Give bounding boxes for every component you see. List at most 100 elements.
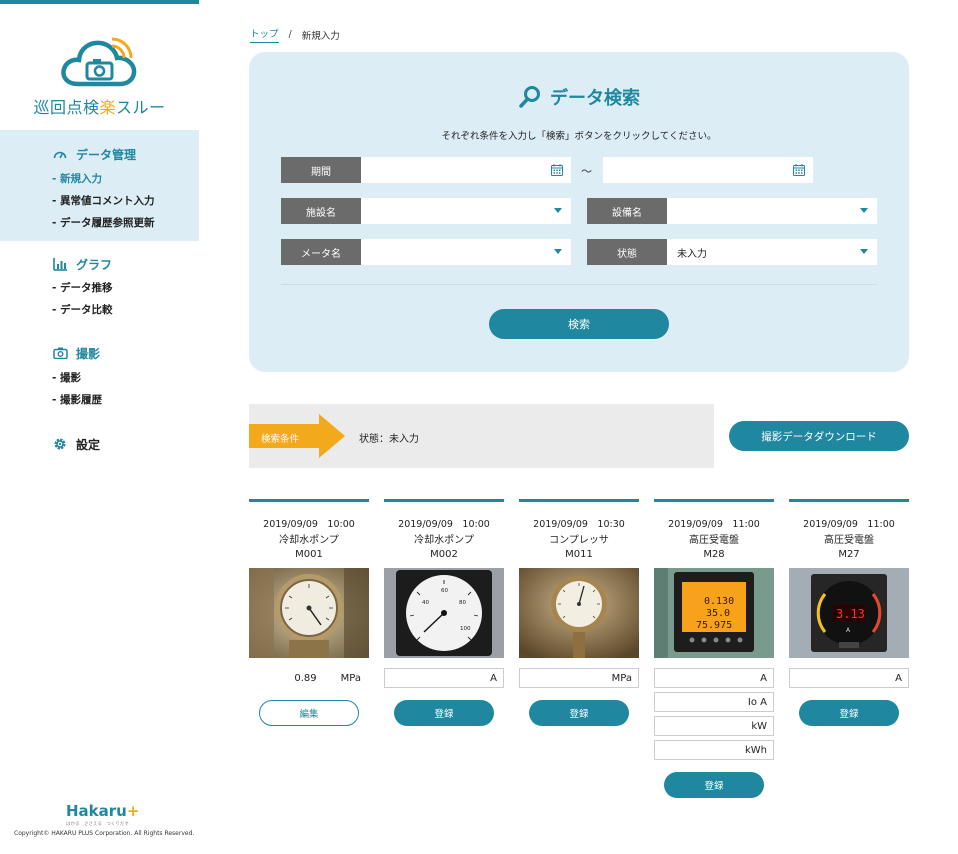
card-title: 高圧受電盤 M27: [789, 534, 909, 562]
nav-section-data-management: データ管理 - 新規入力 - 異常値コメント入力 - データ履歴参照更新: [0, 130, 199, 241]
status-field: 状態 未入力: [587, 239, 877, 265]
card-value: 0.89: [294, 672, 317, 684]
card-value-row: 0.89 MPa: [249, 668, 369, 688]
app-title-suffix: スルー: [116, 98, 166, 117]
search-button[interactable]: 検索: [489, 309, 669, 339]
meter-card: 2019/09/09 10:00 冷却水ポンプ M001 0.89 MPa 編集: [249, 499, 369, 726]
nav-section-settings: 設定: [0, 434, 199, 454]
sidebar-item-data-compare[interactable]: - データ比較: [0, 299, 199, 321]
card-date: 2019/09/09 11:00: [803, 519, 895, 530]
card-equipment-name: 高圧受電盤: [689, 535, 739, 546]
power-input[interactable]: kW: [654, 716, 774, 736]
meter-photo[interactable]: 40 60 80 100: [384, 568, 504, 658]
period-label: 期間: [281, 157, 361, 183]
edit-button[interactable]: 編集: [259, 700, 359, 726]
digital-ammeter-photo: 3.13 A: [789, 568, 909, 658]
nav-head-settings[interactable]: 設定: [0, 434, 199, 454]
meter-photo[interactable]: 3.13 A: [789, 568, 909, 658]
svg-text:60: 60: [441, 588, 448, 594]
register-button[interactable]: 登録: [394, 700, 494, 726]
svg-text:80: 80: [459, 600, 466, 606]
nav-section-graph: グラフ - データ推移 - データ比較: [0, 254, 199, 321]
search-description: それぞれ条件を入力し「検索」ボタンをクリックしてください。: [441, 131, 717, 142]
meter-photo[interactable]: 0.130 35.0 75.975: [654, 568, 774, 658]
search-icon: [519, 86, 540, 108]
meter-card: 2019/09/09 10:00 冷却水ポンプ M002 40 60 80 100…: [384, 499, 504, 726]
footer-brand-plus: +: [126, 802, 140, 820]
nav-head-graph[interactable]: グラフ: [0, 254, 199, 274]
calendar-icon[interactable]: [793, 164, 805, 176]
card-top-line: [519, 499, 639, 502]
nav-head-label: グラフ: [76, 257, 113, 272]
search-title: データ検索: [249, 84, 909, 110]
card-title: 高圧受電盤 M28: [654, 534, 774, 562]
ammeter-photo: 40 60 80 100: [384, 568, 504, 658]
pressure-gauge-photo: [249, 568, 369, 658]
meter-field: メータ名: [281, 239, 571, 265]
register-button[interactable]: 登録: [529, 700, 629, 726]
sidebar-item-new-entry[interactable]: - 新規入力: [0, 168, 199, 190]
sidebar-item-history-update[interactable]: - データ履歴参照更新: [0, 212, 199, 234]
app-logo[interactable]: 巡回点検楽スルー: [0, 36, 199, 118]
leakage-current-input[interactable]: Io A: [654, 692, 774, 712]
register-button[interactable]: 登録: [664, 772, 764, 798]
facility-select[interactable]: [361, 198, 571, 224]
sidebar-item-photo[interactable]: - 撮影: [0, 367, 199, 389]
period-field: 期間: [281, 157, 571, 183]
breadcrumb-home-link[interactable]: トップ: [250, 26, 279, 43]
equipment-select[interactable]: [667, 198, 877, 224]
meter-photo[interactable]: [249, 568, 369, 658]
pressure-input[interactable]: MPa: [519, 668, 639, 688]
equipment-label: 設備名: [587, 198, 667, 224]
search-title-text: データ検索: [550, 88, 640, 109]
meter-display-line2: 35.0: [706, 608, 730, 619]
footer-brand-logo: Hakaru+: [66, 802, 139, 820]
download-photo-data-button[interactable]: 撮影データダウンロード: [729, 421, 909, 451]
sidebar-accent-bar: [0, 0, 199, 4]
card-equipment-name: 冷却水ポンプ: [279, 535, 339, 546]
current-input[interactable]: A: [384, 668, 504, 688]
energy-input[interactable]: kWh: [654, 740, 774, 760]
card-date: 2019/09/09 11:00: [668, 519, 760, 530]
chevron-down-icon: [554, 208, 562, 213]
card-equipment-name: 冷却水ポンプ: [414, 535, 474, 546]
register-button[interactable]: 登録: [799, 700, 899, 726]
card-meter-code: M001: [295, 549, 323, 560]
nav-head-photo[interactable]: 撮影: [0, 343, 199, 363]
calendar-icon[interactable]: [551, 164, 563, 176]
card-top-line: [654, 499, 774, 502]
footer-brand-text: Hakaru: [66, 802, 127, 820]
gear-icon: [52, 436, 68, 452]
nav-head-label: 撮影: [76, 346, 101, 361]
breadcrumb-separator: /: [288, 29, 292, 40]
card-title: コンプレッサ M011: [519, 534, 639, 562]
nav-head-label: 設定: [76, 437, 101, 452]
card-unit: kW: [751, 720, 767, 732]
status-select[interactable]: 未入力: [667, 239, 877, 265]
current-input[interactable]: A: [654, 668, 774, 688]
nav-head-data-management[interactable]: データ管理: [0, 144, 199, 164]
search-panel: データ検索 それぞれ条件を入力し「検索」ボタンをクリックしてください。 期間 ～…: [249, 52, 909, 372]
meter-card: 2019/09/09 11:00 高圧受電盤 M27 3.13 A A 登録: [789, 499, 909, 726]
sidebar-item-data-trend[interactable]: - データ推移: [0, 277, 199, 299]
sidebar-item-anomaly-comment[interactable]: - 異常値コメント入力: [0, 190, 199, 212]
card-meter-code: M011: [565, 549, 593, 560]
period-to-input[interactable]: [603, 157, 813, 183]
card-meter-code: M002: [430, 549, 458, 560]
bar-chart-icon: [52, 256, 68, 272]
facility-label: 施設名: [281, 198, 361, 224]
card-unit: MPa: [340, 672, 361, 684]
current-input[interactable]: A: [789, 668, 909, 688]
breadcrumb: トップ / 新規入力: [250, 26, 340, 43]
chevron-down-icon: [554, 249, 562, 254]
card-equipment-name: コンプレッサ: [549, 535, 609, 546]
pressure-gauge-photo: [519, 568, 639, 658]
sidebar-item-photo-history[interactable]: - 撮影履歴: [0, 389, 199, 411]
card-equipment-name: 高圧受電盤: [824, 535, 874, 546]
period-from-input[interactable]: [361, 157, 571, 183]
conditions-tag: 検索条件: [261, 434, 300, 445]
meter-select[interactable]: [361, 239, 571, 265]
nav-head-label: データ管理: [76, 147, 137, 162]
camera-icon: [52, 345, 68, 361]
meter-photo[interactable]: [519, 568, 639, 658]
